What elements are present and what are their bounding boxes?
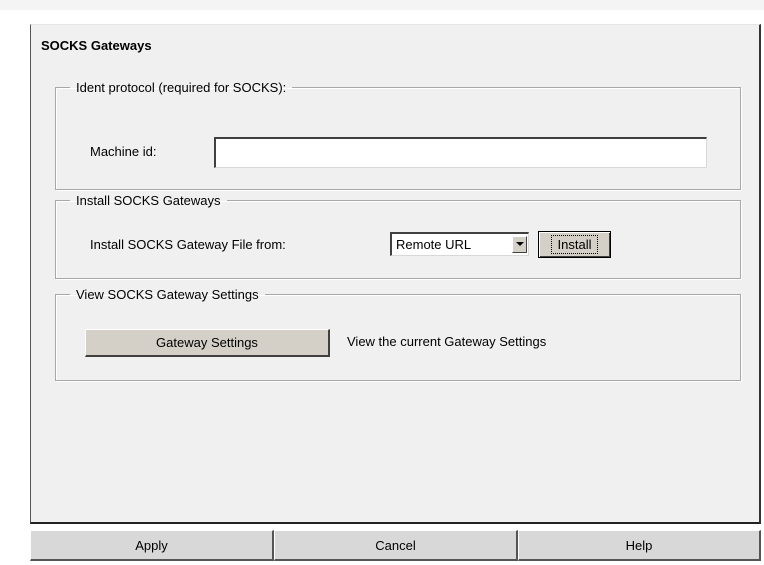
help-button-label: Help — [625, 537, 653, 553]
gateway-settings-button-label: Gateway Settings — [156, 335, 258, 350]
install-socks-gateways-legend: Install SOCKS Gateways — [76, 193, 221, 208]
install-button-label: Install — [550, 235, 599, 254]
panel-title: SOCKS Gateways — [41, 38, 152, 53]
help-button[interactable]: Help — [518, 530, 761, 561]
view-socks-gateway-settings-legend: View SOCKS Gateway Settings — [76, 287, 259, 302]
ident-protocol-group: Ident protocol (required for SOCKS): Mac… — [55, 80, 741, 190]
apply-button-label: Apply — [135, 537, 168, 553]
cancel-button-label: Cancel — [375, 537, 416, 553]
top-strip — [0, 0, 764, 10]
install-source-select[interactable]: Remote URL — [390, 232, 529, 256]
gateway-settings-description: View the current Gateway Settings — [347, 334, 547, 349]
socks-gateways-page: SOCKS Gateways Ident protocol (required … — [0, 0, 764, 565]
install-button[interactable]: Install — [538, 231, 611, 258]
gateway-settings-button[interactable]: Gateway Settings — [85, 329, 330, 357]
socks-gateways-panel: SOCKS Gateways Ident protocol (required … — [30, 24, 761, 524]
install-socks-gateways-group: Install SOCKS Gateways Install SOCKS Gat… — [55, 193, 741, 279]
ident-protocol-legend: Ident protocol (required for SOCKS): — [76, 80, 287, 95]
cancel-button[interactable]: Cancel — [274, 530, 518, 561]
view-socks-gateway-settings-group: View SOCKS Gateway Settings Gateway Sett… — [55, 287, 741, 381]
apply-button[interactable]: Apply — [30, 530, 274, 561]
chevron-down-icon[interactable] — [512, 236, 527, 253]
install-file-from-label: Install SOCKS Gateway File from: — [90, 237, 286, 252]
machine-id-label: Machine id: — [90, 144, 157, 159]
machine-id-input[interactable] — [214, 137, 707, 168]
install-source-value: Remote URL — [396, 237, 472, 252]
